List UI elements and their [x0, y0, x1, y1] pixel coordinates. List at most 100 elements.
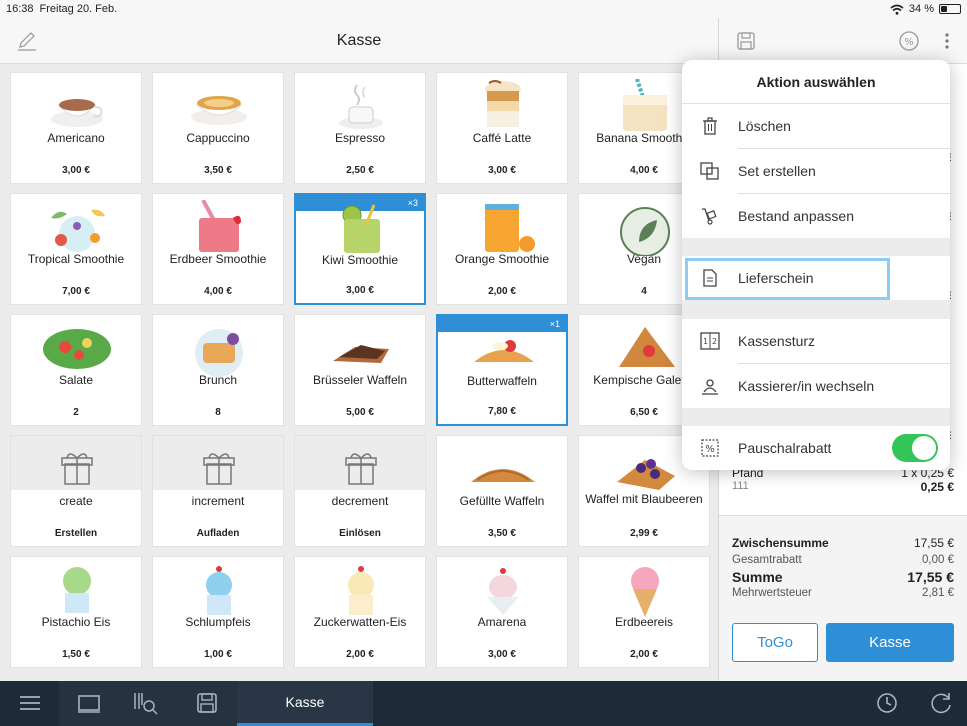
checkout-button[interactable]: Kasse	[826, 623, 954, 662]
menu-item-flat-discount[interactable]: % Pauschalrabatt	[682, 426, 950, 470]
discount-icon[interactable]: %	[898, 30, 920, 52]
switch-user-icon	[702, 379, 718, 395]
cart-item-total: 0,25 €	[920, 480, 954, 494]
product-name: Gefüllte Waffeln	[459, 494, 545, 508]
brunch-plate-icon	[195, 329, 243, 377]
product-tile-caffe-latte[interactable]: Caffé Latte 3,00 €	[436, 72, 568, 184]
product-name: Orange Smoothie	[454, 252, 550, 266]
togo-button[interactable]: ToGo	[732, 623, 818, 662]
product-tile-salate[interactable]: Salate 2	[10, 314, 142, 426]
set-icon	[700, 162, 719, 180]
product-price: 7,00 €	[62, 286, 90, 297]
product-name: Butterwaffeln	[467, 374, 537, 388]
delivery-note-highlight	[685, 258, 890, 300]
product-tile-zuckerwatten-eis[interactable]: Zuckerwatten-Eis 2,00 €	[294, 556, 426, 668]
product-tile-orange-smoothie[interactable]: Orange Smoothie 2,00 €	[436, 193, 568, 305]
products-icon[interactable]	[75, 689, 103, 717]
main-header: Kasse	[0, 18, 718, 64]
product-price: 2,99 €	[630, 528, 658, 539]
voucher-name: create	[59, 494, 93, 508]
cart-row-stub: ⋮	[946, 290, 955, 300]
product-tile-americano[interactable]: Americano 3,00 €	[10, 72, 142, 184]
product-tile-pistachio-eis[interactable]: Pistachio Eis 1,50 €	[10, 556, 142, 668]
product-tile-erdbeer-smoothie[interactable]: Erdbeer Smoothie 4,00 €	[152, 193, 284, 305]
product-name: Schlumpfeis	[185, 615, 251, 629]
product-tile-cappuccino[interactable]: Cappuccino 3,50 €	[152, 72, 284, 184]
total-discount-value: 0,00 €	[922, 554, 954, 566]
strawberry-smoothie-icon	[199, 200, 241, 252]
voucher-tile-create[interactable]: create Erstellen	[10, 435, 142, 547]
sundae-icon	[487, 568, 519, 615]
product-tile-tropical-smoothie[interactable]: Tropical Smoothie 7,00 €	[10, 193, 142, 305]
waffle-icon	[333, 345, 389, 363]
menu-item-adjust-stock[interactable]: Bestand anpassen	[682, 194, 950, 238]
product-name: Zuckerwatten-Eis	[313, 615, 407, 629]
product-tile-brunch[interactable]: Brunch 8	[152, 314, 284, 426]
tax-label: Mehrwertsteuer	[732, 587, 812, 599]
svg-text:2: 2	[712, 337, 717, 346]
product-name: Erdbeer Smoothie	[169, 252, 267, 266]
menu-item-label: Bestand anpassen	[738, 208, 854, 224]
product-tile-amarena[interactable]: Amarena 3,00 €	[436, 556, 568, 668]
cappuccino-icon	[191, 96, 247, 125]
menu-item-label: Löschen	[738, 118, 791, 134]
product-tile-schlumpfeis[interactable]: Schlumpfeis 1,00 €	[152, 556, 284, 668]
menu-item-switch-cashier[interactable]: Kassierer/in wechseln	[682, 364, 950, 408]
cash-register-icon: 1 2	[700, 332, 720, 350]
battery-percent: 34 %	[908, 3, 934, 15]
page-title: Kasse	[336, 32, 382, 49]
product-price: 3,00 €	[488, 165, 516, 176]
kiwi-smoothie-icon	[342, 204, 380, 253]
product-name: Brüsseler Waffeln	[312, 373, 408, 387]
hamburger-menu-icon[interactable]	[16, 689, 44, 717]
sync-icon[interactable]	[927, 689, 955, 717]
barcode-search-icon[interactable]	[132, 689, 160, 717]
percent-tag-icon: %	[701, 439, 719, 457]
latte-glass-icon	[485, 80, 521, 127]
total-discount-label: Gesamtrabatt	[732, 554, 802, 566]
menu-item-create-set[interactable]: Set erstellen	[682, 149, 950, 193]
butter-waffle-icon	[474, 340, 534, 362]
product-tile-butterwaffeln[interactable]: ×1 Butterwaffeln 7,80 €	[436, 314, 568, 426]
product-price: 1,00 €	[204, 649, 232, 660]
product-tile-gefuellte-waffeln[interactable]: Gefüllte Waffeln 3,50 €	[436, 435, 568, 547]
product-price: 3,00 €	[488, 649, 516, 660]
voucher-name: decrement	[331, 494, 389, 508]
product-price: 5,00 €	[346, 407, 374, 418]
product-price: 3,00 €	[346, 285, 374, 296]
hand-truck-icon	[702, 208, 717, 225]
voucher-tile-increment[interactable]: increment Aufladen	[152, 435, 284, 547]
ice-cream-icon	[348, 566, 374, 615]
trash-icon	[703, 117, 717, 135]
svg-text:%: %	[705, 444, 715, 455]
menu-item-cash-count[interactable]: 1 2 Kassensturz	[682, 319, 950, 363]
status-time: 16:38	[6, 3, 34, 15]
product-name: Espresso	[334, 131, 386, 145]
cart-item-pfand[interactable]: Pfand 1 x 0,25 € 111 0,25 €	[732, 466, 954, 494]
menu-item-label: Kassierer/in wechseln	[738, 378, 875, 394]
tab-kasse[interactable]: Kasse	[237, 681, 373, 726]
espresso-cup-icon	[339, 84, 383, 129]
history-clock-icon[interactable]	[873, 689, 901, 717]
more-options-icon[interactable]	[936, 30, 958, 52]
svg-text:%: %	[904, 37, 914, 48]
product-price: 2,00 €	[630, 649, 658, 660]
product-price: 2	[73, 407, 79, 418]
flat-discount-toggle[interactable]	[892, 434, 938, 462]
menu-item-delete[interactable]: Löschen	[682, 104, 950, 148]
voucher-action: Einlösen	[339, 528, 381, 539]
status-bar: 16:38 Freitag 20. Feb. 34 %	[0, 0, 967, 18]
tropical-fruit-icon	[51, 209, 105, 252]
product-name: Pistachio Eis	[41, 615, 111, 629]
cart-row-stub: ⋮	[946, 211, 955, 221]
save-icon[interactable]	[735, 30, 757, 52]
orange-juice-icon	[485, 204, 535, 252]
product-name: Brunch	[198, 373, 238, 387]
voucher-tile-decrement[interactable]: decrement Einlösen	[294, 435, 426, 547]
product-tile-erdbeereis[interactable]: Erdbeereis 2,00 €	[578, 556, 710, 668]
saved-receipts-icon[interactable]	[193, 689, 221, 717]
product-tile-kiwi-smoothie[interactable]: ×3 Kiwi Smoothie 3,00 €	[294, 193, 426, 305]
product-tile-espresso[interactable]: Espresso 2,50 €	[294, 72, 426, 184]
product-price: 2,00 €	[346, 649, 374, 660]
product-tile-bruesseler-waffeln[interactable]: Brüsseler Waffeln 5,00 €	[294, 314, 426, 426]
